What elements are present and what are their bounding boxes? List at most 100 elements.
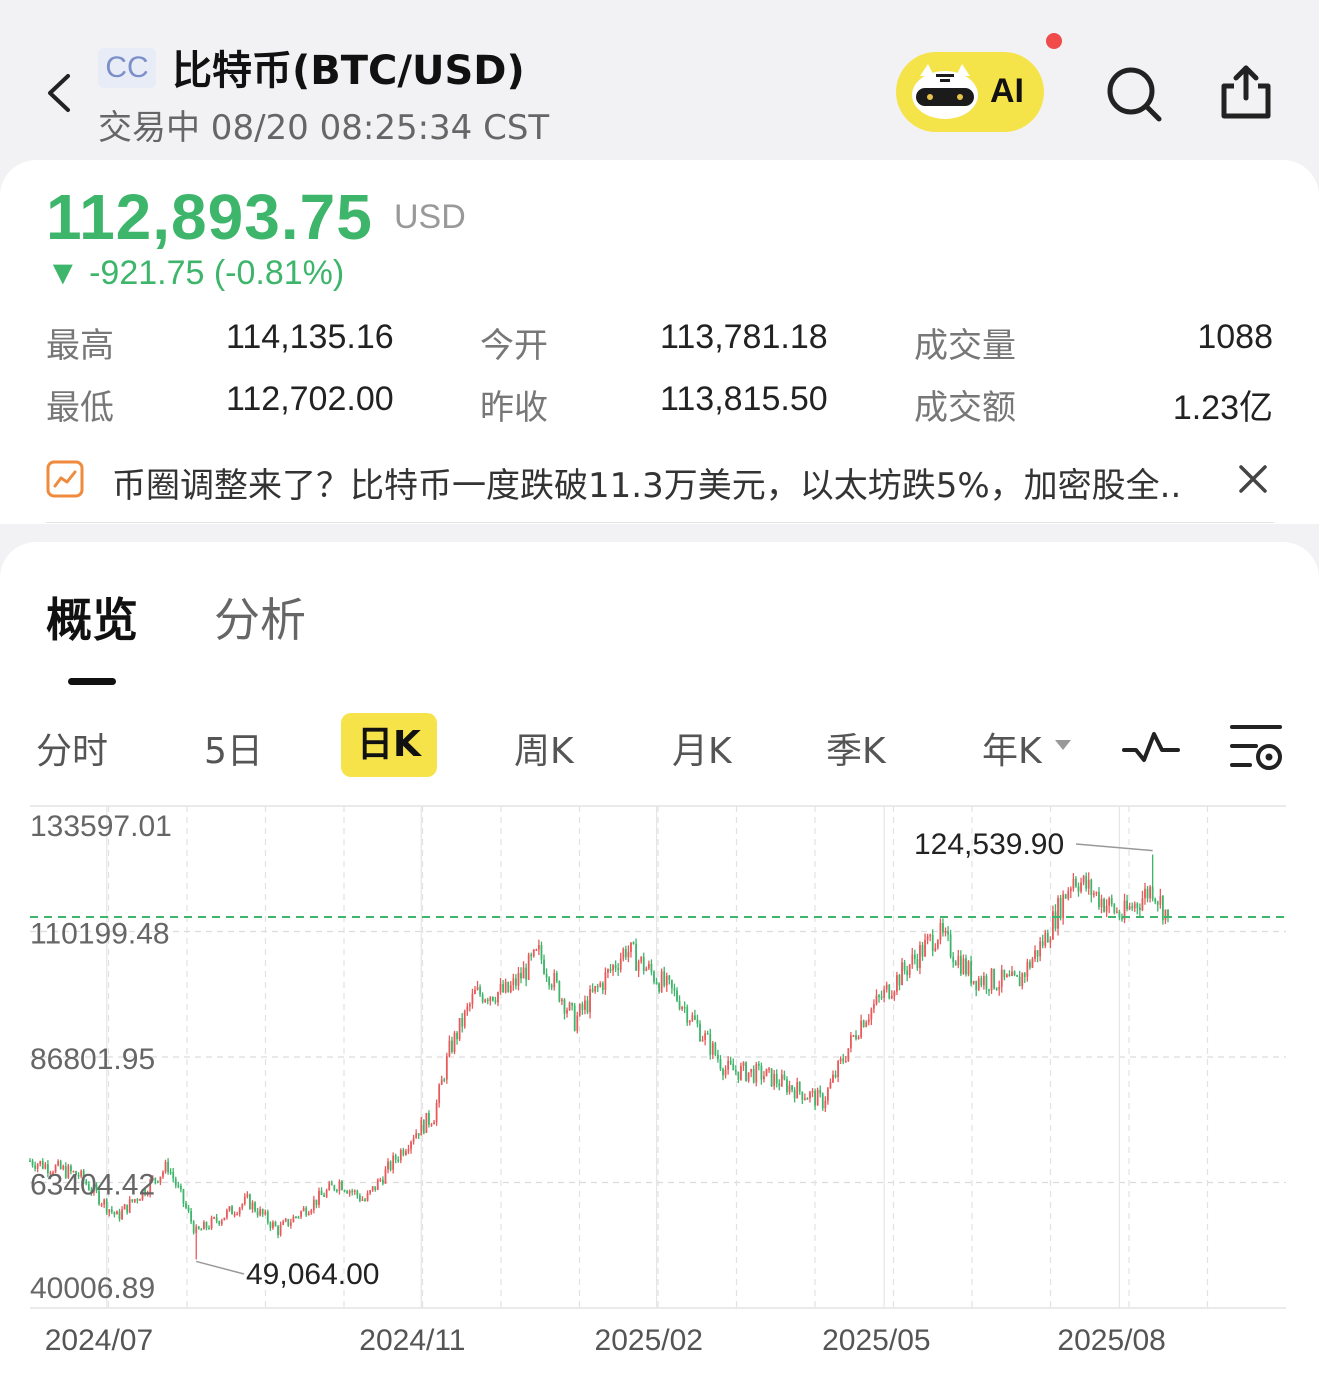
candle-body — [220, 1220, 223, 1225]
indicator-icon[interactable] — [1122, 728, 1180, 766]
candle-body — [1133, 903, 1136, 909]
candle-body — [474, 989, 476, 995]
stat-value-prev-close: 113,815.50 — [660, 380, 828, 418]
period-weekly-k[interactable]: 周K — [514, 722, 574, 774]
candle-body — [650, 963, 653, 972]
search-icon[interactable] — [1104, 64, 1164, 124]
x-tick-label: 2025/05 — [822, 1324, 930, 1357]
candle-body — [123, 1204, 126, 1210]
candle-body — [642, 956, 645, 971]
candle-body — [443, 1079, 446, 1081]
candle-body — [566, 1010, 568, 1014]
close-icon[interactable] — [1236, 462, 1270, 496]
candle-body — [182, 1189, 185, 1204]
candle-body — [890, 995, 893, 999]
candle-body — [982, 976, 985, 986]
candle-body — [520, 972, 522, 979]
candle-body — [1052, 911, 1054, 940]
candle-body — [1067, 891, 1070, 899]
candle-body — [870, 1008, 873, 1020]
candle-body — [688, 1020, 691, 1023]
candle-body — [563, 999, 566, 1014]
candle-body — [591, 989, 594, 992]
candle-body — [745, 1062, 747, 1081]
candle-body — [857, 1037, 860, 1039]
candle-body — [944, 931, 947, 933]
candle-body — [274, 1222, 277, 1227]
candle-body — [195, 1226, 198, 1233]
candle-body — [571, 1002, 574, 1006]
candle-body — [576, 1015, 579, 1031]
candle-body — [376, 1179, 379, 1190]
max-price-label: 124,539.90 — [914, 828, 1064, 861]
period-daily-k[interactable]: 日K — [341, 713, 437, 777]
candle-body — [361, 1199, 364, 1201]
candle-body — [719, 1059, 722, 1070]
candle-body — [624, 949, 627, 958]
ai-assistant-button[interactable]: AI — [896, 52, 1044, 132]
candle-body — [108, 1209, 111, 1213]
period-yearly-k[interactable]: 年K — [982, 722, 1042, 774]
tab-overview[interactable]: 概览 — [46, 584, 138, 650]
candle-body — [919, 945, 921, 969]
candle-body — [57, 1161, 60, 1166]
candle-body — [548, 977, 551, 986]
candle-body — [113, 1211, 116, 1215]
period-intraday[interactable]: 分时 — [36, 722, 108, 774]
candle-body — [1062, 894, 1065, 919]
kline-chart[interactable]: 2024/07 2024/11 2025/02 2025/05 2025/08 13359… — [0, 790, 1319, 1384]
candle-body — [704, 1033, 707, 1040]
candle-body — [266, 1211, 269, 1223]
back-arrow-icon[interactable] — [40, 70, 80, 116]
share-icon[interactable] — [1216, 62, 1276, 122]
candle-body — [967, 961, 970, 975]
candle-body — [1103, 898, 1105, 912]
candle-body — [1080, 882, 1082, 892]
tab-analysis[interactable]: 分析 — [214, 584, 306, 650]
candle-body — [921, 945, 924, 957]
candle-body — [210, 1217, 213, 1229]
chevron-down-icon[interactable] — [1055, 740, 1071, 750]
candle-body — [31, 1160, 34, 1166]
candle-body — [885, 984, 888, 990]
period-quarterly-k[interactable]: 季K — [826, 722, 886, 774]
candle-body — [1008, 974, 1011, 977]
candle-body — [453, 1032, 456, 1052]
candle-body — [714, 1043, 717, 1055]
stat-label-prev-close: 昨收 — [480, 388, 548, 428]
candle-body — [430, 1124, 433, 1126]
candle-body — [665, 975, 668, 986]
candle-body — [798, 1081, 801, 1092]
candle-body — [584, 1000, 586, 1010]
candle-body — [952, 956, 955, 963]
y-tick-label: 40006.89 — [30, 1272, 155, 1305]
candle-body — [287, 1219, 290, 1226]
stat-label-high: 最高 — [46, 326, 114, 366]
candle-body — [847, 1048, 850, 1061]
news-headline[interactable]: 币圈调整来了？比特币一度跌破11.3万美元，以太坊跌5%，加密股全.. — [112, 458, 1222, 507]
period-monthly-k[interactable]: 月K — [672, 722, 732, 774]
candle-body — [231, 1206, 233, 1215]
candle-body — [954, 962, 957, 966]
candle-body — [203, 1222, 205, 1230]
candle-body — [862, 1020, 865, 1027]
candle-body — [1003, 969, 1006, 978]
candle-body — [415, 1133, 418, 1139]
candle-body — [514, 978, 517, 986]
candle-body — [972, 980, 975, 984]
period-5day[interactable]: 5日 — [204, 722, 263, 774]
chart-settings-icon[interactable] — [1226, 722, 1286, 774]
candle-body — [801, 1091, 804, 1100]
candle-body — [614, 965, 617, 969]
candle-body — [540, 945, 543, 960]
candle-body — [727, 1060, 730, 1070]
candle-body — [471, 994, 474, 1005]
candle-body — [811, 1090, 814, 1093]
candle-body — [734, 1070, 737, 1072]
candle-body — [1154, 898, 1157, 902]
candle-body — [601, 983, 604, 991]
candle-body — [962, 958, 965, 974]
candle-body — [371, 1186, 374, 1191]
candle-body — [791, 1085, 793, 1091]
candle-body — [218, 1221, 221, 1225]
